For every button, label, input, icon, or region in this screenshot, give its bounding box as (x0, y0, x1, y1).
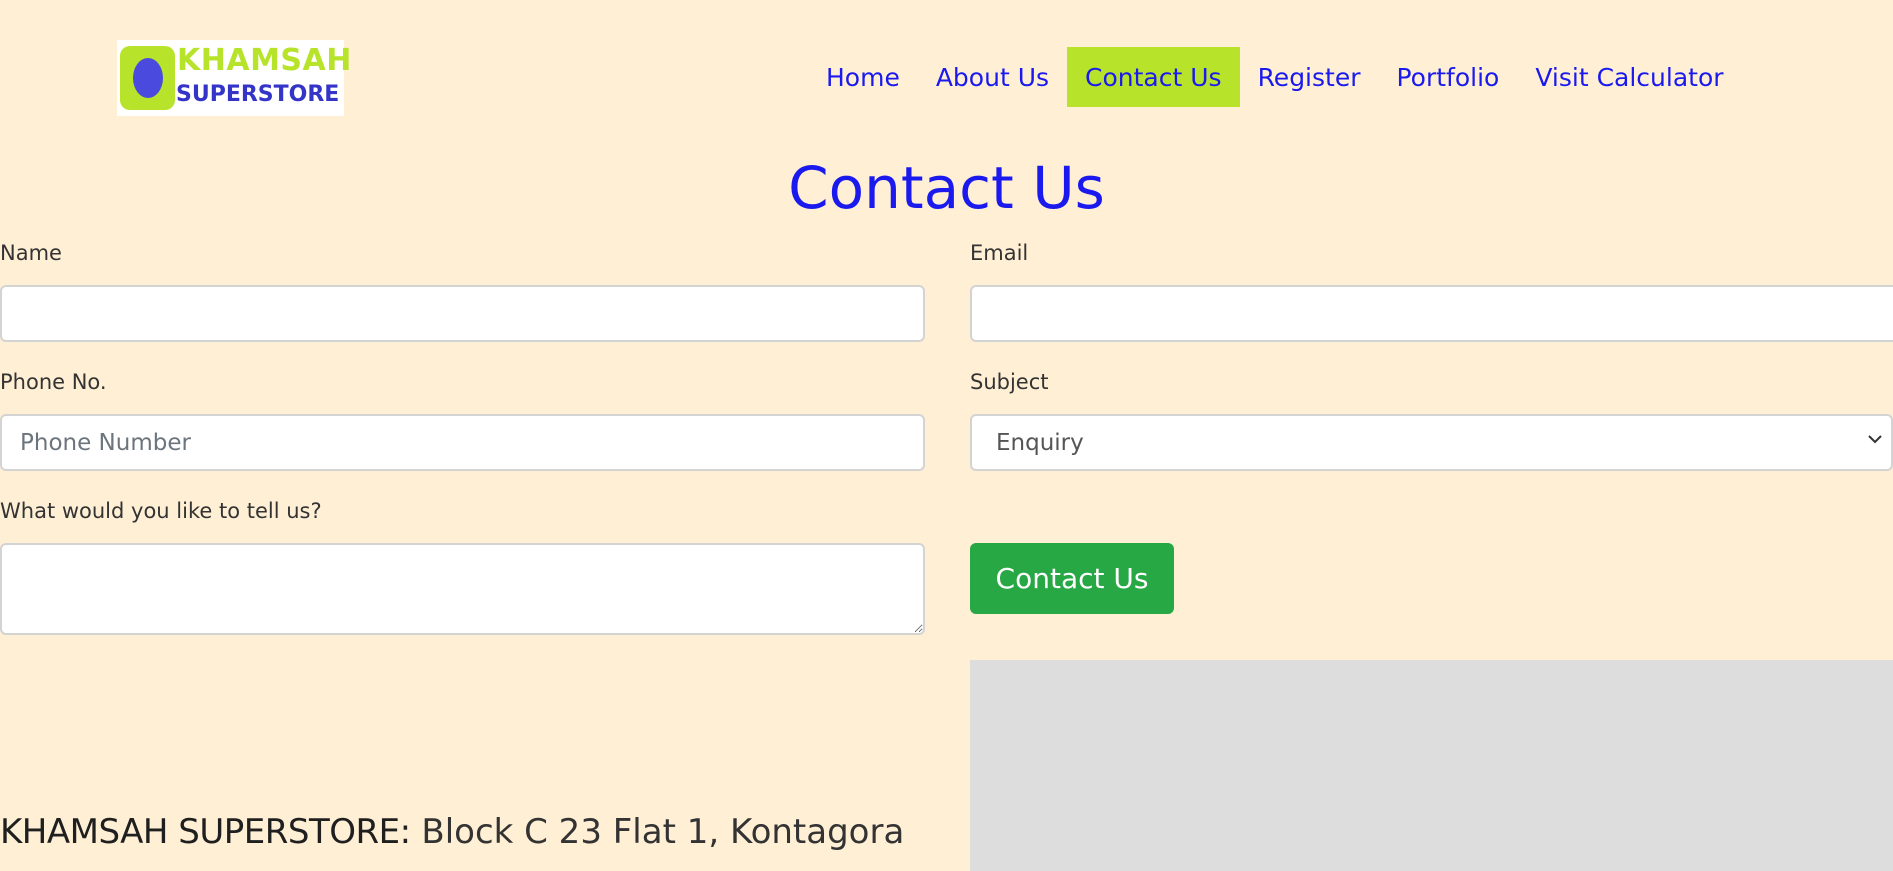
subject-select[interactable]: Enquiry (970, 414, 1893, 471)
email-label: Email (970, 241, 1029, 265)
store-address-text: Block C 23 Flat 1, Kontagora (410, 812, 905, 852)
name-label: Name (0, 241, 62, 265)
contact-us-button[interactable]: Contact Us (970, 543, 1174, 614)
logo-text-line2: SUPERSTORE (176, 82, 340, 107)
nav-home[interactable]: Home (808, 47, 918, 107)
nav-register[interactable]: Register (1240, 47, 1379, 107)
nav-visit-calculator[interactable]: Visit Calculator (1517, 47, 1741, 107)
message-textarea[interactable] (0, 543, 925, 635)
page-title-text: Contact Us (788, 154, 1105, 222)
logo-oval-icon (132, 58, 163, 98)
email-input[interactable] (970, 285, 1893, 342)
main-nav: Home About Us Contact Us Register Portfo… (808, 47, 1742, 107)
nav-about-us[interactable]: About Us (918, 47, 1067, 107)
logo-mark-icon (120, 46, 175, 110)
message-label: What would you like to tell us? (0, 499, 322, 523)
nav-portfolio[interactable]: Portfolio (1379, 47, 1518, 107)
subject-selected-value: Enquiry (996, 429, 1084, 456)
store-address-name: KHAMSAH SUPERSTORE: (0, 812, 411, 852)
chevron-down-icon (1868, 435, 1882, 444)
phone-input[interactable] (0, 414, 925, 471)
subject-label: Subject (970, 370, 1049, 394)
map-embed[interactable] (970, 660, 1893, 871)
logo[interactable]: KHAMSAH SUPERSTORE (117, 40, 351, 116)
phone-label: Phone No. (0, 370, 107, 394)
logo-text-line1: KHAMSAH (177, 43, 352, 78)
nav-contact-us[interactable]: Contact Us (1067, 47, 1240, 107)
contact-page: KHAMSAH SUPERSTORE Home About Us Contact… (0, 0, 1893, 871)
page-title: Contact Us (0, 152, 1893, 224)
store-address: KHAMSAH SUPERSTORE: Block C 23 Flat 1, K… (0, 812, 904, 852)
name-input[interactable] (0, 285, 925, 342)
